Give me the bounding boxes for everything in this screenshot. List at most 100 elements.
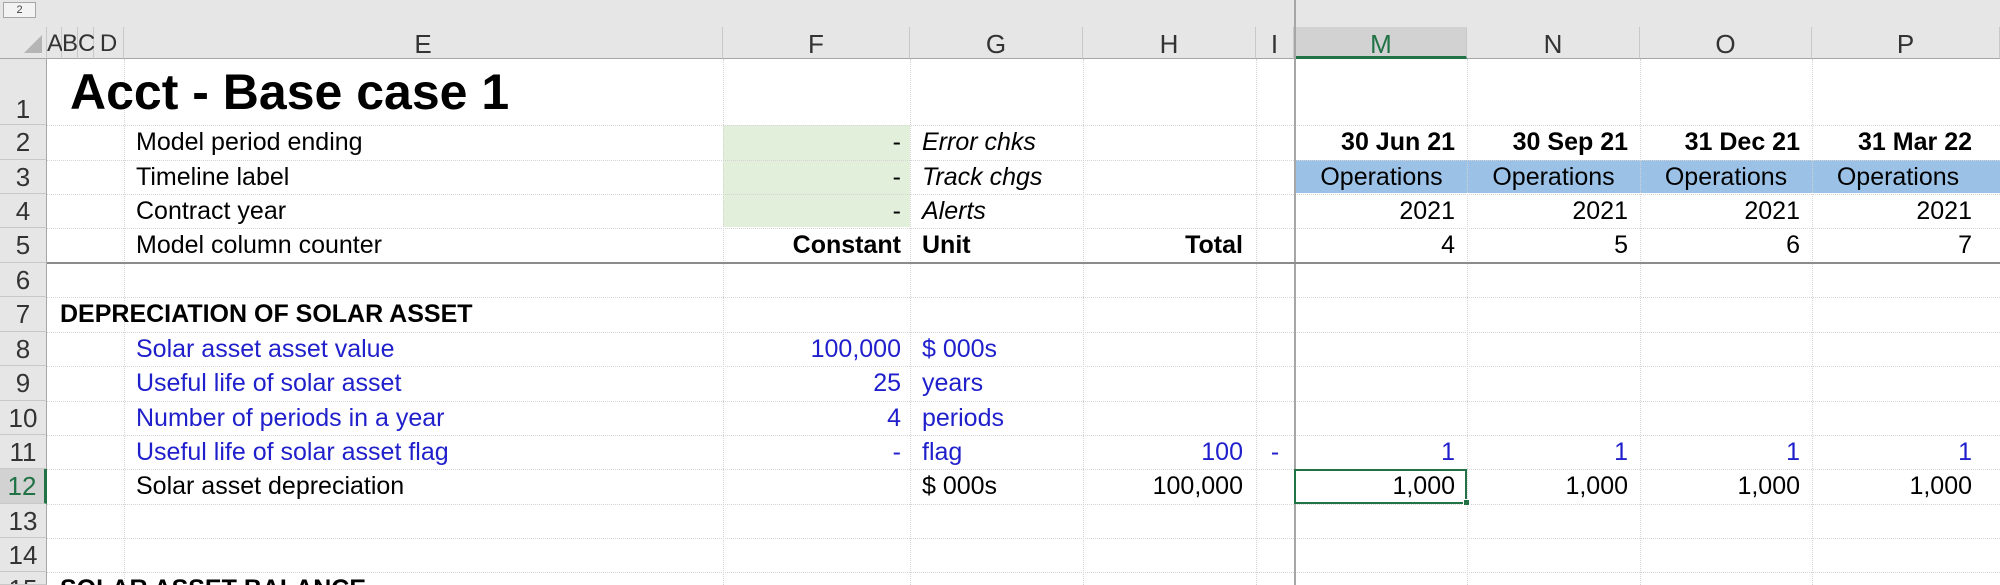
row-header-5[interactable]: 5 bbox=[0, 228, 47, 263]
gridline-col bbox=[1083, 59, 1084, 585]
value-period-ending[interactable]: - bbox=[723, 127, 901, 157]
section-heading-depreciation[interactable]: DEPRECIATION OF SOLAR ASSET bbox=[60, 299, 473, 329]
label-asset-value[interactable]: Solar asset asset value bbox=[136, 334, 394, 364]
column-header-p[interactable]: P bbox=[1812, 27, 2000, 59]
row-header-4[interactable]: 4 bbox=[0, 194, 47, 228]
label-model-period-ending[interactable]: Model period ending bbox=[136, 127, 363, 157]
flag-value[interactable]: 1 bbox=[1467, 437, 1628, 467]
unit-useful-life-flag[interactable]: flag bbox=[922, 437, 962, 467]
unit-header[interactable]: Unit bbox=[922, 230, 971, 260]
value-timeline[interactable]: - bbox=[723, 162, 901, 192]
unit-periods-per-year[interactable]: periods bbox=[922, 403, 1004, 433]
period-date[interactable]: 31 Dec 21 bbox=[1640, 127, 1800, 157]
row-header-2[interactable]: 2 bbox=[0, 125, 47, 160]
period-date[interactable]: 30 Sep 21 bbox=[1467, 127, 1628, 157]
extra-useful-life-flag[interactable]: - bbox=[1256, 437, 1294, 467]
row-header-6[interactable]: 6 bbox=[0, 263, 47, 297]
gridline-row bbox=[47, 332, 2000, 333]
period-counter[interactable]: 7 bbox=[1812, 230, 1972, 260]
column-header-c[interactable]: C bbox=[78, 27, 95, 59]
period-date[interactable]: 30 Jun 21 bbox=[1296, 127, 1455, 157]
active-cell-selection[interactable] bbox=[1294, 469, 1467, 504]
column-header-d[interactable]: D bbox=[94, 27, 124, 59]
flag-value[interactable]: 1 bbox=[1296, 437, 1455, 467]
outline-level-button[interactable]: 2 bbox=[3, 2, 36, 18]
section-heading-balance[interactable]: SOLAR ASSET BALANCE bbox=[60, 574, 366, 585]
gridline-row bbox=[47, 504, 2000, 505]
period-year[interactable]: 2021 bbox=[1296, 196, 1455, 226]
label-useful-life-flag[interactable]: Useful life of solar asset flag bbox=[136, 437, 449, 467]
column-header-f[interactable]: F bbox=[723, 27, 910, 59]
period-year[interactable]: 2021 bbox=[1467, 196, 1628, 226]
period-phase[interactable]: Operations bbox=[1467, 162, 1640, 192]
column-header-n[interactable]: N bbox=[1467, 27, 1640, 59]
row-header-7[interactable]: 7 bbox=[0, 297, 47, 332]
constant-useful-life-flag[interactable]: - bbox=[723, 437, 901, 467]
period-phase[interactable]: Operations bbox=[1296, 162, 1467, 192]
label-useful-life[interactable]: Useful life of solar asset bbox=[136, 368, 401, 398]
label-periods-per-year[interactable]: Number of periods in a year bbox=[136, 403, 444, 433]
unit-useful-life[interactable]: years bbox=[922, 368, 983, 398]
constant-asset-value[interactable]: 100,000 bbox=[723, 334, 901, 364]
column-header-e[interactable]: E bbox=[124, 27, 723, 59]
gridline-row bbox=[47, 297, 2000, 298]
value-contract-year[interactable]: - bbox=[723, 196, 901, 226]
total-header[interactable]: Total bbox=[1083, 230, 1243, 260]
note-error-checks[interactable]: Error chks bbox=[922, 127, 1036, 157]
period-year[interactable]: 2021 bbox=[1812, 196, 1972, 226]
outline-bar bbox=[0, 0, 2000, 27]
row-header-13[interactable]: 13 bbox=[0, 504, 47, 538]
gridline-col bbox=[910, 59, 911, 585]
row-header-9[interactable]: 9 bbox=[0, 366, 47, 401]
column-header-o[interactable]: O bbox=[1640, 27, 1812, 59]
column-header-m[interactable]: M bbox=[1296, 27, 1467, 59]
constant-useful-life[interactable]: 25 bbox=[723, 368, 901, 398]
unit-asset-value[interactable]: $ 000s bbox=[922, 334, 997, 364]
total-depreciation[interactable]: 100,000 bbox=[1083, 471, 1243, 501]
period-year[interactable]: 2021 bbox=[1640, 196, 1800, 226]
label-column-counter[interactable]: Model column counter bbox=[136, 230, 382, 260]
row-header-14[interactable]: 14 bbox=[0, 538, 47, 572]
row-header-10[interactable]: 10 bbox=[0, 401, 47, 435]
period-counter[interactable]: 5 bbox=[1467, 230, 1628, 260]
row-header-15[interactable]: 15 bbox=[0, 572, 47, 585]
row-header-3[interactable]: 3 bbox=[0, 160, 47, 194]
row-header-11[interactable]: 11 bbox=[0, 435, 47, 469]
constant-periods-per-year[interactable]: 4 bbox=[723, 403, 901, 433]
label-timeline[interactable]: Timeline label bbox=[136, 162, 289, 192]
period-date[interactable]: 31 Mar 22 bbox=[1812, 127, 1972, 157]
total-useful-life-flag[interactable]: 100 bbox=[1083, 437, 1243, 467]
gridline-row bbox=[47, 572, 2000, 573]
depreciation-value[interactable]: 1,000 bbox=[1640, 471, 1800, 501]
constant-header[interactable]: Constant bbox=[723, 230, 901, 260]
freeze-pane-horizontal bbox=[47, 262, 2000, 264]
period-counter[interactable]: 6 bbox=[1640, 230, 1800, 260]
gridline-row bbox=[47, 228, 2000, 229]
period-counter[interactable]: 4 bbox=[1296, 230, 1455, 260]
column-header-i[interactable]: I bbox=[1256, 27, 1294, 59]
fill-handle[interactable] bbox=[1463, 499, 1470, 506]
flag-value[interactable]: 1 bbox=[1640, 437, 1800, 467]
column-header-h[interactable]: H bbox=[1083, 27, 1256, 59]
gridline-row bbox=[47, 435, 2000, 436]
depreciation-value[interactable]: 1,000 bbox=[1467, 471, 1628, 501]
column-header-b[interactable]: B bbox=[62, 27, 78, 59]
note-track-changes[interactable]: Track chgs bbox=[922, 162, 1042, 192]
select-all-triangle-icon bbox=[24, 35, 42, 53]
gridline-col bbox=[1256, 59, 1257, 585]
column-header-a[interactable]: A bbox=[47, 27, 63, 59]
row-header-12[interactable]: 12 bbox=[0, 469, 47, 504]
period-phase[interactable]: Operations bbox=[1640, 162, 1812, 192]
note-alerts[interactable]: Alerts bbox=[922, 196, 986, 226]
label-contract-year[interactable]: Contract year bbox=[136, 196, 286, 226]
column-header-g[interactable]: G bbox=[910, 27, 1083, 59]
period-phase[interactable]: Operations bbox=[1812, 162, 1984, 192]
depreciation-value[interactable]: 1,000 bbox=[1812, 471, 1972, 501]
label-depreciation[interactable]: Solar asset depreciation bbox=[136, 471, 404, 501]
row-header-1[interactable]: 1 bbox=[0, 59, 47, 125]
flag-value[interactable]: 1 bbox=[1812, 437, 1972, 467]
gridline-row bbox=[47, 469, 2000, 470]
row-header-8[interactable]: 8 bbox=[0, 332, 47, 366]
sheet-title[interactable]: Acct - Base case 1 bbox=[70, 62, 509, 122]
unit-depreciation[interactable]: $ 000s bbox=[922, 471, 997, 501]
